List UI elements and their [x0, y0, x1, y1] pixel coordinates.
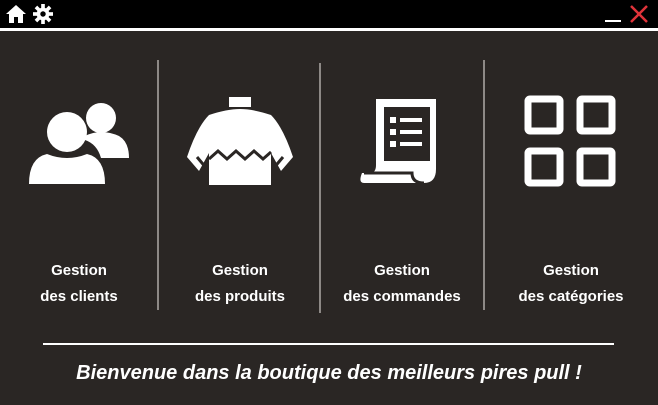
- document-list-icon: [360, 80, 444, 203]
- card-label-line2: des clients: [40, 288, 118, 305]
- card-label: Gestion des catégories: [518, 258, 623, 310]
- card-label-line1: Gestion: [543, 262, 599, 279]
- users-icon: [27, 80, 131, 203]
- card-clients[interactable]: Gestion des clients: [0, 60, 158, 310]
- card-label-line2: des catégories: [518, 288, 624, 305]
- title-bar: [0, 0, 658, 28]
- divider: [319, 63, 321, 313]
- card-label-line1: Gestion: [374, 262, 430, 279]
- card-label: Gestion des commandes: [343, 258, 461, 310]
- grid-categories-icon: [524, 80, 618, 203]
- card-label: Gestion des produits: [195, 258, 285, 310]
- card-label-line2: des produits: [194, 288, 285, 305]
- welcome-message: Bienvenue dans la boutique des meilleurs…: [76, 362, 582, 384]
- gear-icon[interactable]: [32, 4, 54, 29]
- card-categories[interactable]: Gestion des catégories: [484, 60, 658, 310]
- sweater-icon: [187, 80, 293, 203]
- minimize-icon[interactable]: [604, 5, 622, 28]
- close-icon[interactable]: [628, 4, 650, 29]
- home-icon[interactable]: [5, 4, 27, 29]
- card-label-line1: Gestion: [51, 262, 107, 279]
- card-label-line2: des commandes: [343, 288, 461, 305]
- card-label-line1: Gestion: [212, 262, 268, 279]
- footer-divider: [43, 343, 614, 345]
- card-products[interactable]: Gestion des produits: [160, 60, 320, 310]
- card-label: Gestion des clients: [40, 258, 118, 310]
- divider: [157, 60, 159, 310]
- title-bar-underline: [0, 28, 658, 31]
- card-orders[interactable]: Gestion des commandes: [322, 60, 482, 310]
